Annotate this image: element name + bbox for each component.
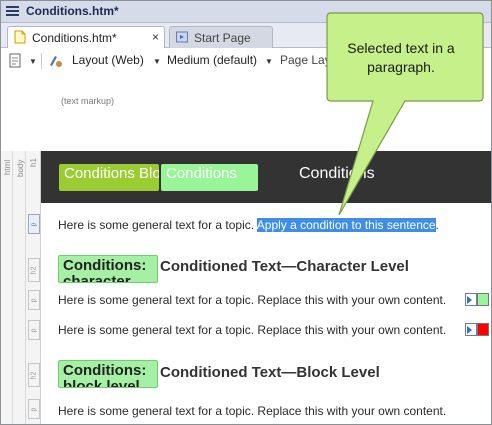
show-tags-icon[interactable] [9, 53, 23, 69]
condition-marker-icon[interactable] [465, 323, 477, 336]
window-title: Conditions.htm* [26, 4, 119, 18]
condition-badge-conditions[interactable]: Conditions [161, 164, 258, 191]
chevron-down-icon[interactable]: ▼ [29, 57, 37, 66]
html-column [1, 151, 13, 424]
heading-1-block[interactable]: Conditions BlockFle Conditions Condition… [41, 151, 491, 203]
heading-2-character: Conditioned Text—Character Level [160, 258, 409, 275]
condition-badge-blockflex[interactable]: Conditions BlockFle [59, 164, 159, 191]
p-tag-marker[interactable]: p [28, 399, 40, 419]
menu-icon[interactable] [6, 6, 19, 17]
p-tag-marker[interactable]: p [28, 214, 40, 234]
title-bar: Conditions.htm* [1, 1, 491, 23]
heading-1-text: Conditions [299, 165, 375, 182]
h2-tag-marker[interactable]: h2 [28, 258, 40, 282]
layout-dropdown[interactable]: Layout (Web) [72, 53, 144, 67]
h2-tag-label: h2 [30, 371, 38, 379]
close-icon[interactable]: × [152, 30, 159, 44]
layout-icon[interactable] [48, 53, 64, 69]
p-tag-marker[interactable]: p [28, 290, 40, 310]
editor-area[interactable]: html body h1 p h2 p p h2 p Conditions Bl… [1, 151, 491, 424]
p-tag-label: p [30, 222, 38, 226]
p-tag-label: p [30, 407, 38, 411]
h1-tag-label: h1 [29, 158, 38, 167]
paragraph[interactable]: Here is some general text for a topic. R… [58, 404, 446, 418]
paragraph[interactable]: Here is some general text for a topic. R… [58, 293, 446, 307]
p-tag-marker[interactable]: p [28, 320, 40, 340]
h2-tag-label: h2 [30, 266, 38, 274]
chevron-down-icon[interactable]: ▼ [265, 57, 273, 66]
condition-marker-icon[interactable] [465, 293, 477, 306]
tab-start-page-label: Start Page [194, 31, 251, 45]
page-layout-dropdown[interactable]: Page Lay [280, 53, 331, 67]
medium-dropdown[interactable]: Medium (default) [167, 53, 257, 67]
chevron-down-icon[interactable]: ▼ [153, 57, 161, 66]
heading-2-block: Conditioned Text—Block Level [160, 364, 380, 381]
structure-bar: html body h1 p h2 p p h2 p [1, 151, 41, 424]
document-icon [14, 30, 26, 44]
paragraph-end: . [435, 218, 439, 232]
p-tag-label: p [30, 328, 38, 332]
callout-text: Selected text in a paragraph. [347, 40, 455, 75]
tab-conditions[interactable]: Conditions.htm* × [7, 26, 165, 49]
paragraph[interactable]: Here is some general text for a topic. R… [58, 323, 446, 337]
editor-window: Conditions.htm* Conditions.htm* × Start … [0, 0, 492, 425]
text-markup-label: (text markup) [61, 96, 115, 106]
condition-swatch-red [477, 323, 489, 336]
p-tag-label: p [30, 298, 38, 302]
condition-swatch-green [477, 293, 489, 306]
body-column [14, 151, 26, 424]
paragraph-selected[interactable]: Here is some general text for a topic. A… [58, 218, 439, 232]
h2-tag-marker[interactable]: h2 [28, 363, 40, 387]
body-tag-label: body [16, 159, 25, 177]
condition-badge-block-level[interactable]: Conditions: block level [58, 360, 158, 388]
tab-conditions-label: Conditions.htm* [32, 31, 117, 45]
tab-start-page[interactable]: Start Page [169, 26, 273, 48]
condition-badge-character[interactable]: Conditions: character [58, 255, 158, 283]
paragraph-text: Here is some general text for a topic. [58, 218, 257, 232]
selected-text[interactable]: Apply a condition to this sentence [256, 218, 436, 232]
html-tag-label: html [3, 159, 12, 175]
start-page-icon [176, 31, 188, 43]
